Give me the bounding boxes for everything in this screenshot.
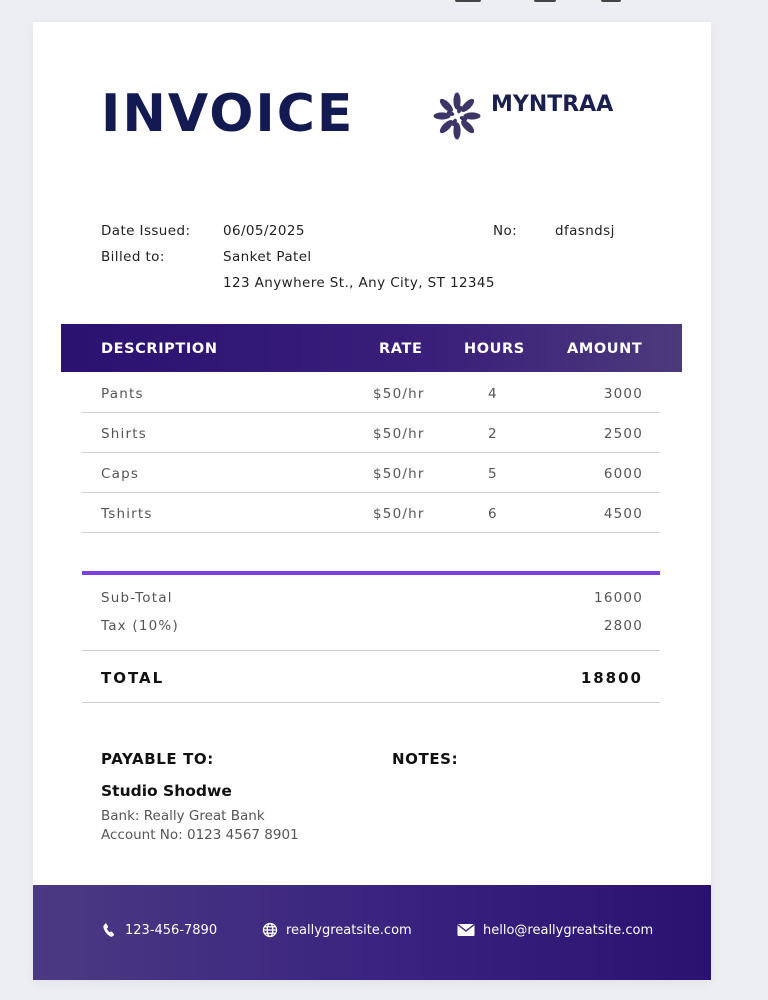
billed-to-address: 123 Anywhere St., Any City, ST 12345	[223, 275, 495, 291]
billed-to-name: Sanket Patel	[223, 249, 312, 265]
table-row: Tshirts $50/hr 6 4500	[82, 493, 660, 533]
total-label: TOTAL	[101, 669, 165, 687]
row-description: Pants	[101, 386, 144, 402]
account-number: Account No: 0123 4567 8901	[101, 827, 299, 843]
phone-icon	[103, 923, 115, 937]
row-hours: 5	[488, 466, 498, 482]
email-address: hello@reallygreatsite.com	[483, 922, 654, 938]
total-divider-bottom	[82, 702, 660, 703]
table-header: DESCRIPTION RATE HOURS AMOUNT	[61, 324, 682, 372]
col-hours: HOURS	[464, 341, 525, 357]
payee-name: Studio Shodwe	[101, 782, 232, 800]
col-rate: RATE	[379, 341, 423, 357]
total-value: 18800	[580, 669, 643, 687]
flower-logo-icon	[433, 92, 481, 140]
row-amount: 6000	[603, 466, 643, 482]
tax-label: Tax (10%)	[101, 618, 179, 634]
brand-logo: MYNTRAA	[429, 88, 613, 144]
footer-email[interactable]: hello@reallygreatsite.com	[457, 922, 653, 938]
notes-heading: NOTES:	[392, 750, 459, 768]
row-description: Tshirts	[101, 506, 153, 522]
row-hours: 2	[488, 426, 498, 442]
date-issued-label: Date Issued:	[101, 223, 191, 239]
globe-icon	[262, 922, 278, 938]
row-rate: $50/hr	[373, 426, 425, 442]
row-rate: $50/hr	[373, 386, 425, 402]
billed-to-label: Billed to:	[101, 249, 165, 265]
invoice-page: INVOICE MYNTRAA Date Issued: 06/05/2025 …	[33, 22, 711, 980]
contact-footer: 123-456-7890 reallygreatsite.com hello@r…	[33, 885, 711, 980]
toolbar-icon	[534, 0, 556, 2]
subtotal-label: Sub-Total	[101, 590, 173, 606]
invoice-no-label: No:	[493, 223, 518, 239]
col-description: DESCRIPTION	[101, 341, 218, 357]
table-row: Shirts $50/hr 2 2500	[82, 413, 660, 453]
table-row: Caps $50/hr 5 6000	[82, 453, 660, 493]
bank-name: Bank: Really Great Bank	[101, 808, 265, 824]
tax-value: 2800	[603, 618, 643, 634]
row-description: Caps	[101, 466, 140, 482]
footer-website[interactable]: reallygreatsite.com	[262, 922, 412, 938]
brand-name: MYNTRAA	[491, 92, 614, 117]
payable-to-heading: PAYABLE TO:	[101, 750, 214, 768]
subtotal-value: 16000	[594, 590, 643, 606]
invoice-no-value: dfasndsj	[555, 223, 615, 239]
phone-number: 123-456-7890	[125, 922, 218, 938]
row-description: Shirts	[101, 426, 147, 442]
row-rate: $50/hr	[373, 506, 425, 522]
col-amount: AMOUNT	[567, 341, 643, 357]
row-hours: 4	[488, 386, 498, 402]
date-issued-value: 06/05/2025	[223, 223, 305, 239]
toolbar-icon	[455, 0, 481, 2]
row-hours: 6	[488, 506, 498, 522]
website-url: reallygreatsite.com	[286, 922, 412, 938]
total-divider-top	[82, 650, 660, 651]
row-amount: 4500	[603, 506, 643, 522]
row-rate: $50/hr	[373, 466, 425, 482]
toolbar-icon	[601, 0, 621, 2]
top-toolbar-clipped	[0, 0, 768, 6]
invoice-title: INVOICE	[101, 84, 355, 144]
footer-phone[interactable]: 123-456-7890	[101, 922, 217, 938]
row-amount: 2500	[603, 426, 643, 442]
row-amount: 3000	[603, 386, 643, 402]
mail-icon	[457, 924, 475, 936]
table-row: Pants $50/hr 4 3000	[82, 373, 660, 413]
summary-divider	[82, 571, 660, 575]
